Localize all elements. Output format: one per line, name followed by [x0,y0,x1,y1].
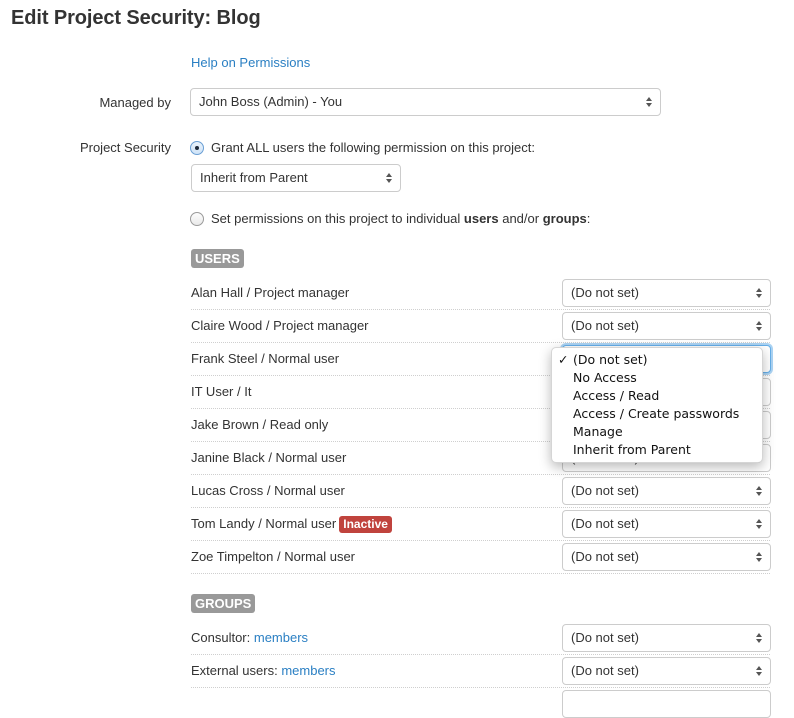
select-arrows-icon [646,97,652,107]
project-security-label: Project Security [79,140,171,155]
user-permission-value: (Do not set) [571,483,639,498]
dropdown-option-label: (Do not set) [573,352,648,367]
group-permission-select-partial[interactable] [562,690,771,718]
user-name: Frank Steel / Normal user [191,351,340,366]
user-label: Tom Landy / Normal user Inactive [191,516,392,533]
individual-label-users: users [463,211,499,226]
dropdown-option-label: No Access [573,370,637,385]
dropdown-option-label: Access / Read [573,388,660,403]
individual-radio[interactable] [190,211,204,226]
individual-label-prefix: Set permissions on this project to indiv… [211,211,464,226]
dropdown-option[interactable]: Inherit from Parent [552,441,762,459]
user-permission-select[interactable]: (Do not set) [562,279,771,307]
page-title: Edit Project Security: Blog [11,7,261,29]
dropdown-option[interactable]: No Access [552,369,762,387]
select-arrows-icon [756,633,762,643]
user-label: Lucas Cross / Normal user [191,483,345,498]
individual-label-mid: and/or [498,211,543,226]
user-label: IT User / It [191,384,251,399]
dropdown-option-label: Access / Create passwords [573,406,740,421]
group-label: Consultor: members [191,630,308,645]
user-permission-select[interactable]: (Do not set) [562,312,771,340]
user-label: Claire Wood / Project manager [191,318,369,333]
select-arrows-icon [756,288,762,298]
checkmark-icon: ✓ [558,352,569,367]
user-row: Claire Wood / Project manager (Do not se… [191,310,771,343]
select-arrows-icon [756,519,762,529]
dropdown-option-label: Manage [573,424,623,439]
group-label: External users: members [191,663,336,678]
user-name: Zoe Timpelton / Normal user [191,549,356,564]
user-name: Tom Landy / Normal user [191,516,337,531]
managed-by-value: John Boss (Admin) - You [199,94,343,109]
dropdown-option[interactable]: Access / Create passwords [552,405,762,423]
user-permission-select[interactable]: (Do not set) [562,477,771,505]
grant-all-permission-value: Inherit from Parent [200,170,308,185]
grant-all-label: Grant ALL users the following permission… [211,140,535,155]
group-members-link[interactable]: members [281,663,335,678]
user-label: Alan Hall / Project manager [191,285,349,300]
help-on-permissions-link[interactable]: Help on Permissions [191,55,310,70]
grant-all-radio[interactable] [190,140,204,155]
user-row: Lucas Cross / Normal user (Do not set) [191,475,771,508]
select-arrows-icon [756,486,762,496]
group-members-link[interactable]: members [254,630,308,645]
user-row: Tom Landy / Normal user Inactive (Do not … [191,508,771,541]
dropdown-option[interactable]: Manage [552,423,762,441]
group-name: External users: [191,663,282,678]
user-name: Alan Hall / Project manager [191,285,350,300]
user-row: Zoe Timpelton / Normal user (Do not set) [191,541,771,574]
user-label: Janine Black / Normal user [191,450,346,465]
individual-label: Set permissions on this project to indiv… [211,211,590,226]
individual-option[interactable]: Set permissions on this project to indiv… [190,211,590,226]
group-row: External users: members (Do not set) [191,655,771,688]
user-permission-value: (Do not set) [571,318,639,333]
user-permission-value: (Do not set) [571,549,639,564]
managed-by-label: Managed by [99,95,171,110]
managed-by-select[interactable]: John Boss (Admin) - You [190,88,661,116]
permission-dropdown-menu: ✓ (Do not set) No Access Access / Read Acces… [551,347,763,463]
dropdown-option-label: Inherit from Parent [573,442,691,457]
groups-section-heading: GROUPS [191,594,256,613]
select-arrows-icon [756,552,762,562]
user-name: Jake Brown / Read only [191,417,329,432]
user-permission-value: (Do not set) [571,516,639,531]
select-arrows-icon [756,321,762,331]
user-label: Jake Brown / Read only [191,417,328,432]
group-permission-value: (Do not set) [571,630,639,645]
users-section-heading: USERS [191,249,244,268]
dropdown-option[interactable]: ✓ (Do not set) [552,351,762,369]
group-row: Consultor: members (Do not set) [191,622,771,655]
dropdown-option[interactable]: Access / Read [552,387,762,405]
user-name: Lucas Cross / Normal user [191,483,345,498]
user-label: Zoe Timpelton / Normal user [191,549,355,564]
grant-all-permission-select[interactable]: Inherit from Parent [191,164,401,192]
user-permission-value: (Do not set) [571,285,639,300]
inactive-badge: Inactive [339,516,392,533]
user-row: Alan Hall / Project manager (Do not set) [191,277,771,310]
user-name: Claire Wood / Project manager [191,318,369,333]
grant-all-option[interactable]: Grant ALL users the following permission… [190,140,535,155]
group-permission-value: (Do not set) [571,663,639,678]
group-name: Consultor: [191,630,254,645]
user-name: IT User / It [191,384,252,399]
group-permission-select[interactable]: (Do not set) [562,624,771,652]
group-permission-select[interactable]: (Do not set) [562,657,771,685]
user-name: Janine Black / Normal user [191,450,347,465]
user-permission-select[interactable]: (Do not set) [562,510,771,538]
select-arrows-icon [386,173,392,183]
individual-label-groups: groups [542,211,587,226]
individual-label-suffix: : [586,211,591,226]
user-label: Frank Steel / Normal user [191,351,339,366]
select-arrows-icon [756,666,762,676]
user-permission-select[interactable]: (Do not set) [562,543,771,571]
